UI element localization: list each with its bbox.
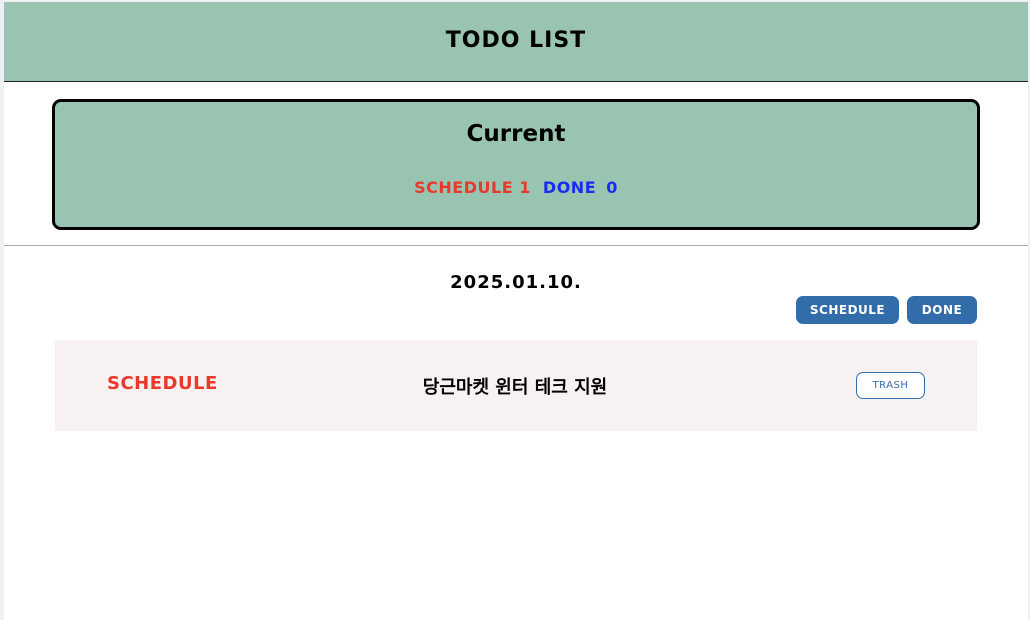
trash-button[interactable]: TRASH bbox=[856, 372, 925, 399]
todo-item: SCHEDULE 당근마켓 윈터 테크 지원 TRASH bbox=[55, 340, 977, 431]
filter-done-button[interactable]: DONE bbox=[907, 296, 977, 324]
summary-title: Current bbox=[466, 121, 566, 147]
summary-counts: SCHEDULE 1 DONE 0 bbox=[55, 178, 977, 197]
done-count-value: 0 bbox=[606, 178, 618, 197]
section-divider bbox=[4, 245, 1028, 246]
current-date: 2025.01.10. bbox=[450, 272, 582, 293]
filter-schedule-button[interactable]: SCHEDULE bbox=[796, 296, 899, 324]
header: TODO LIST bbox=[4, 2, 1028, 82]
schedule-count-label: SCHEDULE bbox=[414, 178, 514, 197]
todo-title: 당근마켓 윈터 테크 지원 bbox=[422, 377, 608, 398]
page-title: TODO LIST bbox=[445, 28, 587, 53]
todo-status: SCHEDULE bbox=[107, 373, 218, 394]
summary-card: Current SCHEDULE 1 DONE 0 bbox=[52, 99, 980, 230]
schedule-count-value: 1 bbox=[519, 178, 531, 197]
app-window: TODO LIST Current SCHEDULE 1 DONE 0 2025… bbox=[4, 2, 1028, 620]
done-count-label: DONE bbox=[542, 178, 597, 197]
